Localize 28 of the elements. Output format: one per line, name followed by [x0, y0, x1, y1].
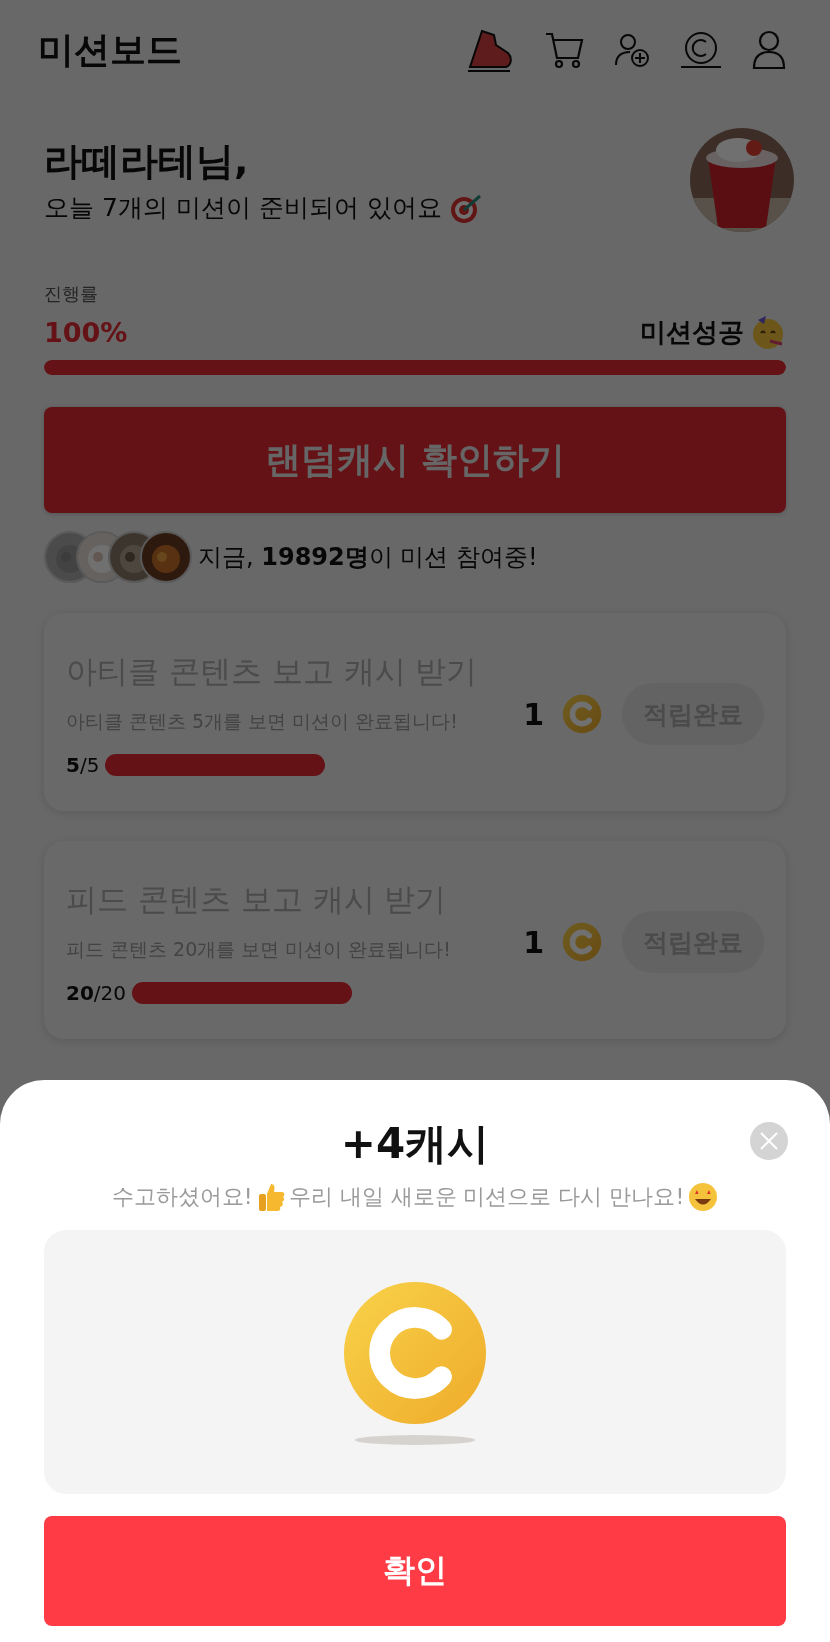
- reward-amount: 1: [523, 924, 544, 960]
- profile-icon[interactable]: [752, 30, 786, 70]
- mission-status: 미션성공: [640, 315, 744, 349]
- add-friend-icon[interactable]: [614, 32, 650, 68]
- greeting-message: 오늘 7개의 미션이 준비되어 있어요: [44, 192, 442, 224]
- reward-message: 수고하셨어요!: [111, 1183, 253, 1211]
- progress-label: 진행률: [44, 282, 99, 306]
- mission-count: 5/5: [66, 753, 100, 777]
- star-eyes-face-icon: [688, 1182, 719, 1212]
- thumbs-up-icon: [256, 1182, 285, 1212]
- coin-icon: [341, 1279, 489, 1427]
- reward-amount: 1: [523, 696, 544, 732]
- coin-shadow-icon: [355, 1435, 475, 1445]
- coin-icon: [562, 922, 602, 962]
- confirm-button[interactable]: 확인: [44, 1516, 786, 1626]
- mission-count: 20/20: [66, 981, 127, 1005]
- greeting-name: 라떼라테님,: [44, 138, 250, 185]
- coin-icon[interactable]: [680, 31, 722, 69]
- sneaker-icon[interactable]: [466, 27, 514, 73]
- coin-icon: [562, 694, 602, 734]
- reward-message: 우리 내일 새로운 미션으로 다시 만나요!: [288, 1183, 685, 1211]
- progress-percent: 100%: [44, 316, 128, 348]
- random-cash-button[interactable]: 랜덤캐시 확인하기: [44, 407, 786, 513]
- page-title: 미션보드: [38, 27, 182, 72]
- reward-title: +4캐시: [340, 1118, 490, 1170]
- party-face-icon: [750, 314, 786, 350]
- participants-text: 지금, 19892명이 미션 참여중!: [198, 542, 538, 573]
- cart-icon[interactable]: [544, 30, 584, 70]
